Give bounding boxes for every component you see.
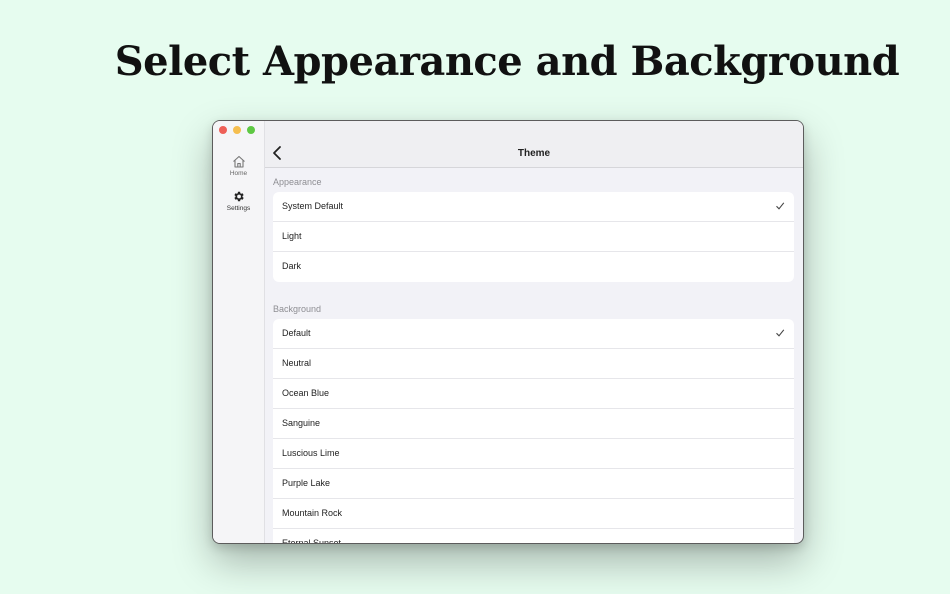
zoom-window-button[interactable] — [247, 126, 255, 134]
background-option-mountain-rock[interactable]: Mountain Rock — [273, 499, 794, 529]
option-label: Mountain Rock — [282, 508, 343, 518]
navigation-bar: Theme — [265, 121, 803, 168]
sidebar-item-label: Settings — [226, 205, 251, 212]
appearance-option-light[interactable]: Light — [273, 222, 794, 252]
background-option-default[interactable]: Default — [273, 319, 794, 349]
section-label-background: Background — [273, 304, 322, 314]
background-group: Default Neutral Ocean Blue Sanguine Lusc… — [273, 319, 794, 544]
headline: Select Appearance and Background — [114, 38, 900, 85]
close-window-button[interactable] — [219, 126, 227, 134]
option-label: System Default — [282, 201, 344, 211]
sidebar-item-home[interactable]: Home — [213, 155, 264, 177]
sidebar-item-label: Home — [229, 170, 248, 177]
app-window: Home Settings Theme Appearance System De… — [212, 120, 804, 544]
option-label: Eternal Sunset — [282, 538, 342, 544]
appearance-option-dark[interactable]: Dark — [273, 252, 794, 282]
section-label-appearance: Appearance — [273, 177, 322, 187]
option-label: Default — [282, 328, 311, 338]
checkmark-icon — [776, 202, 785, 210]
home-icon — [232, 155, 245, 168]
option-label: Light — [282, 231, 302, 241]
option-label: Ocean Blue — [282, 388, 330, 398]
option-label: Luscious Lime — [282, 448, 340, 458]
main-panel: Theme Appearance System Default Light Da… — [265, 121, 803, 543]
window-controls — [219, 126, 255, 134]
background-option-neutral[interactable]: Neutral — [273, 349, 794, 379]
background-option-purple-lake[interactable]: Purple Lake — [273, 469, 794, 499]
sidebar-item-settings[interactable]: Settings — [213, 190, 264, 212]
minimize-window-button[interactable] — [233, 126, 241, 134]
sidebar: Home Settings — [213, 121, 265, 543]
checkmark-icon — [776, 329, 785, 337]
option-label: Neutral — [282, 358, 312, 368]
settings-content: Appearance System Default Light Dark Bac… — [265, 168, 803, 543]
option-label: Dark — [282, 261, 302, 271]
background-option-eternal-sunset[interactable]: Eternal Sunset — [273, 529, 794, 544]
background-option-luscious-lime[interactable]: Luscious Lime — [273, 439, 794, 469]
background-option-ocean-blue[interactable]: Ocean Blue — [273, 379, 794, 409]
appearance-group: System Default Light Dark — [273, 192, 794, 282]
background-option-sanguine[interactable]: Sanguine — [273, 409, 794, 439]
gear-icon — [234, 191, 244, 202]
option-label: Purple Lake — [282, 478, 331, 488]
page-title: Theme — [517, 148, 551, 159]
option-label: Sanguine — [282, 418, 321, 428]
appearance-option-system-default[interactable]: System Default — [273, 192, 794, 222]
